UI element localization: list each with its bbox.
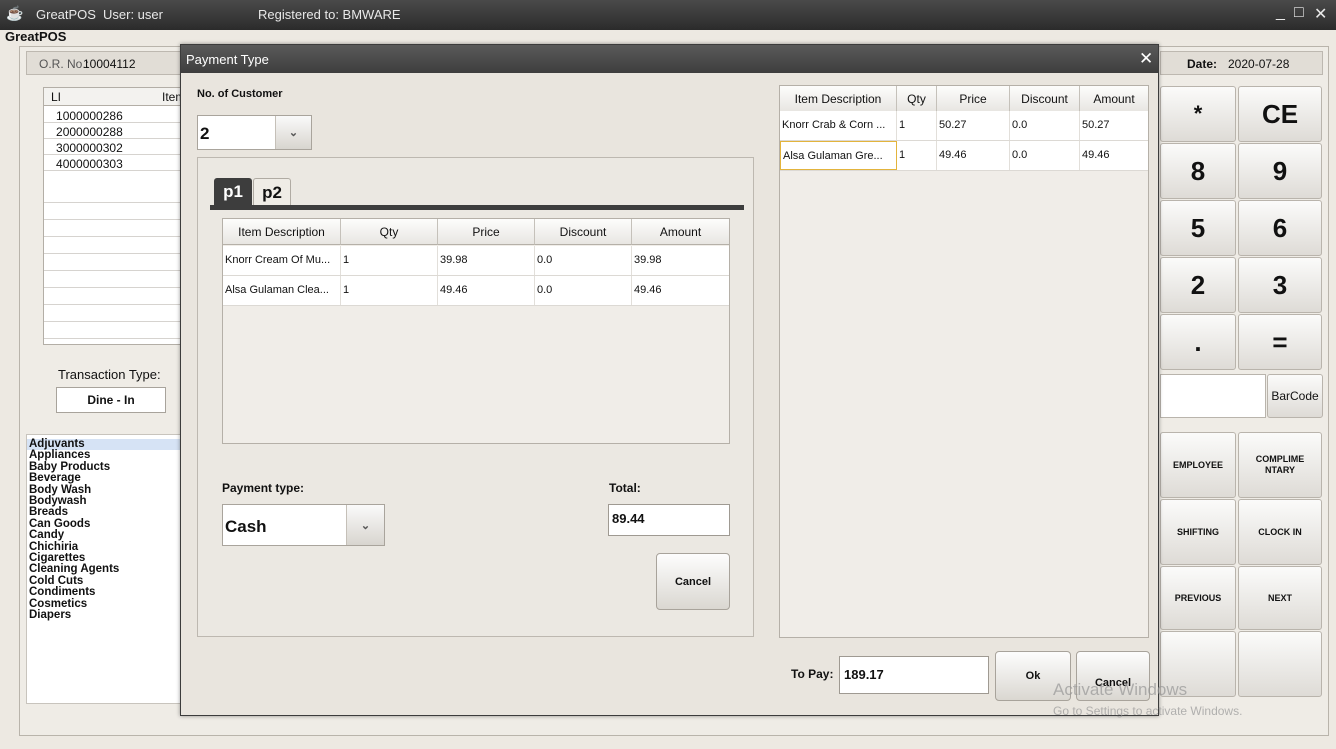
- maximize-icon[interactable]: □: [1294, 4, 1304, 22]
- key-equals[interactable]: =: [1238, 314, 1322, 370]
- activate-watermark-sub: Go to Settings to activate Windows.: [1053, 704, 1243, 718]
- complimentary-button[interactable]: COMPLIME NTARY: [1238, 432, 1322, 498]
- tab-p2[interactable]: p2: [253, 178, 291, 206]
- col-discount[interactable]: Discount: [535, 219, 632, 245]
- key-5[interactable]: 5: [1160, 200, 1236, 256]
- table-row[interactable]: Knorr Crab & Corn ... 1 50.27 0.0 50.27: [780, 111, 1148, 141]
- table-row[interactable]: Alsa Gulaman Gre... 1 49.46 0.0 49.46: [780, 141, 1148, 171]
- col-qty[interactable]: Qty: [341, 219, 438, 245]
- barcode-button[interactable]: BarCode: [1267, 374, 1323, 418]
- col-price[interactable]: Price: [438, 219, 535, 245]
- shifting-button[interactable]: SHIFTING: [1160, 499, 1236, 565]
- app-title: GreatPOS: [5, 29, 67, 44]
- list-item[interactable]: Diapers: [27, 609, 187, 621]
- to-pay-label: To Pay:: [791, 667, 834, 681]
- window-titlebar: ☕ GreatPOS User: user Registered to: BMW…: [0, 0, 1336, 30]
- col-amount[interactable]: Amount: [632, 219, 729, 245]
- app-icon: ☕: [6, 5, 24, 21]
- key-2[interactable]: 2: [1160, 257, 1236, 313]
- table-row[interactable]: 3000000302: [44, 140, 182, 155]
- clock-in-button[interactable]: CLOCK IN: [1238, 499, 1322, 565]
- or-bar: O.R. No.: 10004112: [26, 51, 186, 75]
- tab-p1[interactable]: p1: [214, 178, 252, 206]
- date-label: Date:: [1187, 57, 1218, 71]
- minimize-icon[interactable]: _: [1276, 4, 1285, 22]
- p1-table[interactable]: Item Description Qty Price Discount Amou…: [222, 218, 730, 444]
- dialog-close-icon[interactable]: ✕: [1139, 49, 1153, 69]
- chevron-down-icon: ⌄: [346, 505, 384, 545]
- blank-button[interactable]: [1238, 631, 1322, 697]
- table-row[interactable]: 2000000288: [44, 124, 182, 139]
- table-row[interactable]: 4000000303: [44, 156, 182, 171]
- chevron-down-icon: ⌄: [275, 116, 311, 149]
- payment-type-select[interactable]: Cash ⌄: [222, 504, 385, 546]
- total-label: Total:: [609, 481, 641, 495]
- dialog-title: Payment Type: [186, 52, 269, 67]
- previous-button[interactable]: PREVIOUS: [1160, 566, 1236, 630]
- key-8[interactable]: 8: [1160, 143, 1236, 199]
- table-row[interactable]: 1000000286: [44, 108, 182, 123]
- key-ce[interactable]: CE: [1238, 86, 1322, 142]
- col-li: LI: [51, 90, 62, 104]
- employee-button[interactable]: EMPLOYEE: [1160, 432, 1236, 498]
- key-star[interactable]: *: [1160, 86, 1236, 142]
- or-label: O.R. No.:: [39, 57, 90, 71]
- category-list[interactable]: Adjuvants Appliances Baby Products Bever…: [26, 434, 196, 704]
- to-pay-field[interactable]: 189.17: [839, 656, 989, 694]
- tab-underline: [210, 205, 744, 210]
- customers-select[interactable]: 2 ⌄: [197, 115, 312, 150]
- key-3[interactable]: 3: [1238, 257, 1322, 313]
- barcode-input[interactable]: [1160, 374, 1266, 418]
- activate-watermark: Activate Windows: [1053, 680, 1188, 699]
- registered-label: Registered to: BMWARE: [258, 7, 401, 22]
- payment-dialog: Payment Type ✕ No. of Customer 2 ⌄ p1 p2…: [180, 44, 1159, 716]
- items-grid[interactable]: LI Item 1000000286 2000000288 3000000302…: [43, 87, 185, 345]
- transaction-type-button[interactable]: Dine - In: [56, 387, 166, 413]
- key-6[interactable]: 6: [1238, 200, 1322, 256]
- order-table[interactable]: Item Description Qty Price Discount Amou…: [779, 85, 1149, 638]
- user-label: User: user: [103, 7, 163, 22]
- col-description[interactable]: Item Description: [223, 219, 341, 245]
- list-item[interactable]: Beverage: [27, 472, 187, 484]
- table-row[interactable]: Knorr Cream Of Mu... 1 39.98 0.0 39.98: [223, 246, 729, 276]
- list-item[interactable]: Candy: [27, 529, 187, 541]
- or-value: 10004112: [83, 57, 136, 71]
- key-dot[interactable]: .: [1160, 314, 1236, 370]
- date-value: 2020-07-28: [1228, 57, 1290, 71]
- payment-type-label: Payment type:: [222, 481, 305, 495]
- table-row[interactable]: Alsa Gulaman Clea... 1 49.46 0.0 49.46: [223, 276, 729, 306]
- total-field[interactable]: 89.44: [608, 504, 730, 536]
- key-9[interactable]: 9: [1238, 143, 1322, 199]
- list-item[interactable]: Condiments: [27, 586, 187, 598]
- transaction-type-label: Transaction Type:: [58, 367, 161, 382]
- customers-label: No. of Customer: [197, 88, 283, 100]
- cancel-split-button[interactable]: Cancel: [656, 553, 730, 610]
- dialog-titlebar: Payment Type ✕: [181, 45, 1158, 73]
- window-title: GreatPOS: [36, 7, 96, 22]
- close-icon[interactable]: ✕: [1314, 4, 1327, 24]
- date-bar: Date: 2020-07-28: [1160, 51, 1323, 75]
- next-button[interactable]: NEXT: [1238, 566, 1322, 630]
